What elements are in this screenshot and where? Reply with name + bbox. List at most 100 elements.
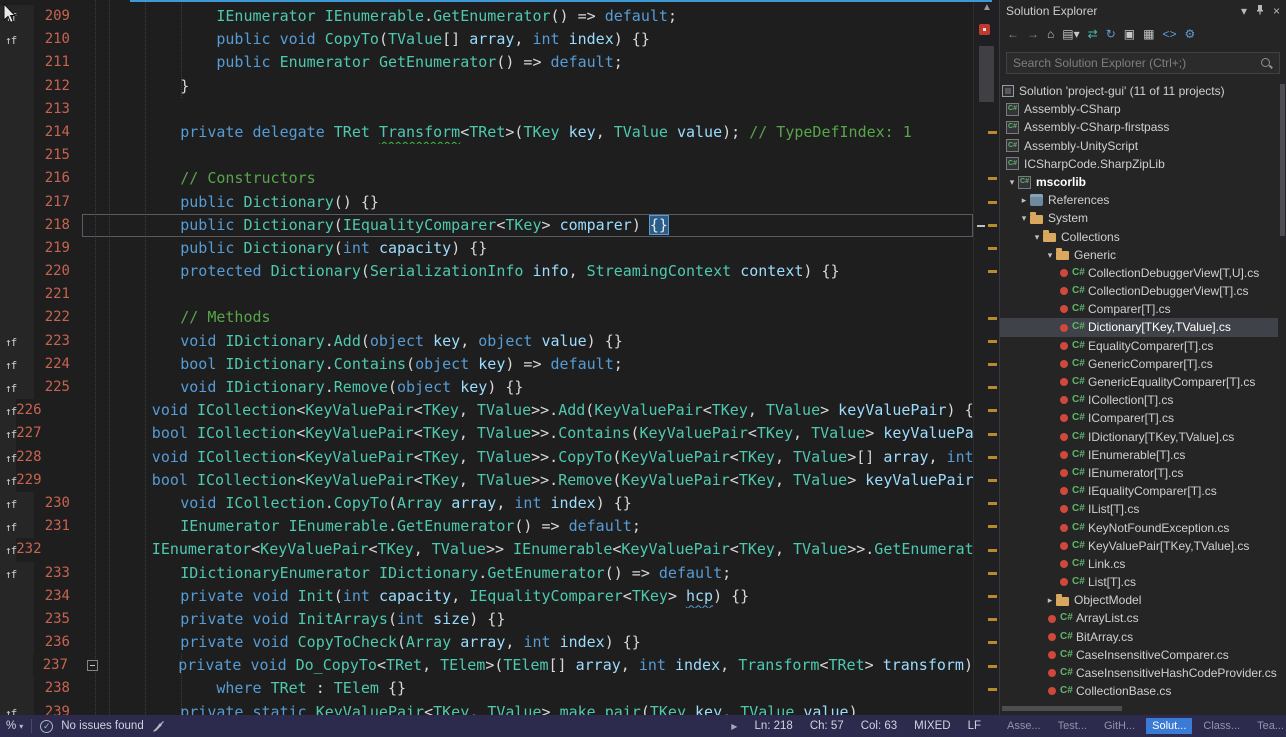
code-line[interactable]: 238 where TRet : TElem {}: [0, 677, 973, 700]
implements-glyph-icon[interactable]: ↑f: [5, 428, 16, 441]
implements-glyph-icon[interactable]: ↑f: [5, 521, 16, 534]
tree-item[interactable]: C#IEnumerable[T].cs: [1000, 446, 1278, 464]
implements-glyph-icon[interactable]: ↑f: [5, 34, 16, 47]
code-line[interactable]: ↑f239 private static KeyValuePair<TKey, …: [0, 701, 973, 715]
code-editor[interactable]: ↑f209 IEnumerator IEnumerable.GetEnumera…: [0, 0, 973, 715]
char-indicator[interactable]: Ch: 57: [810, 720, 844, 732]
tree-item[interactable]: C#BitArray.cs: [1000, 628, 1278, 646]
implements-glyph-icon[interactable]: ↑f: [5, 336, 16, 349]
status-detail-arrow-icon[interactable]: ▶: [731, 722, 737, 731]
implements-glyph-icon[interactable]: ↑f: [5, 452, 16, 465]
collapse-arrow-icon[interactable]: ▾: [1044, 246, 1056, 264]
tree-item[interactable]: C#ArrayList.cs: [1000, 609, 1278, 627]
tree-item[interactable]: C#Link.cs: [1000, 555, 1278, 573]
tree-item[interactable]: C#Comparer[T].cs: [1000, 300, 1278, 318]
collapse-arrow-icon[interactable]: ▾: [1031, 228, 1043, 246]
search-icon[interactable]: [1260, 57, 1273, 70]
tree-item[interactable]: C#CollectionBase.cs: [1000, 682, 1278, 700]
tool-window-tab[interactable]: Test...: [1052, 718, 1093, 734]
tree-item[interactable]: C#List[T].cs: [1000, 573, 1278, 591]
tree-item[interactable]: C#IEnumerator[T].cs: [1000, 464, 1278, 482]
implements-glyph-icon[interactable]: ↑f: [5, 498, 16, 511]
code-line[interactable]: 219 public Dictionary(int capacity) {}: [0, 237, 973, 260]
code-line[interactable]: ↑f225 void IDictionary.Remove(object key…: [0, 376, 973, 399]
implements-glyph-icon[interactable]: ↑f: [5, 475, 16, 488]
tree-item[interactable]: C#KeyValuePair[TKey,TValue].cs: [1000, 537, 1278, 555]
tool-window-tab[interactable]: Tea...: [1251, 718, 1286, 734]
editor-scrollbar[interactable]: ▲: [973, 0, 999, 715]
code-line[interactable]: ↑f232 IEnumerator<KeyValuePair<TKey, TVa…: [0, 538, 973, 561]
code-line[interactable]: ↑f231 IEnumerator IEnumerable.GetEnumera…: [0, 515, 973, 538]
scrollbar-thumb[interactable]: [979, 46, 994, 102]
code-line[interactable]: 216 // Constructors: [0, 167, 973, 190]
tree-item[interactable]: C#ICollection[T].cs: [1000, 391, 1278, 409]
tree-item[interactable]: C#GenericEqualityComparer[T].cs: [1000, 373, 1278, 391]
code-line[interactable]: 222 // Methods: [0, 306, 973, 329]
code-line[interactable]: 237 private void Do_CopyTo<TRet, TElem>(…: [0, 654, 973, 677]
tree-item[interactable]: ▾C#mscorlib: [1000, 173, 1278, 191]
tool-window-tab[interactable]: GitH...: [1098, 718, 1141, 734]
issues-status[interactable]: No issues found: [61, 720, 143, 732]
search-input[interactable]: Search Solution Explorer (Ctrl+;): [1006, 52, 1280, 74]
implements-glyph-icon[interactable]: ↑f: [5, 707, 16, 715]
settings-icon[interactable]: ⚙: [1184, 27, 1195, 41]
tree-item[interactable]: C#Assembly-UnityScript: [1000, 137, 1278, 155]
tree-item[interactable]: C#IDictionary[TKey,TValue].cs: [1000, 428, 1278, 446]
tool-window-tab[interactable]: Solut...: [1146, 718, 1192, 734]
tool-window-tab[interactable]: Class...: [1197, 718, 1246, 734]
tree-item[interactable]: ▸ObjectModel: [1000, 591, 1278, 609]
home-icon[interactable]: ⌂: [1047, 27, 1054, 41]
tree-item[interactable]: C#CollectionDebuggerView[T].cs: [1000, 282, 1278, 300]
tree-horizontal-scrollbar[interactable]: [1002, 706, 1122, 711]
code-line[interactable]: 215: [0, 144, 973, 167]
show-all-files-icon[interactable]: ▦: [1143, 27, 1154, 41]
tree-item[interactable]: C#IEqualityComparer[T].cs: [1000, 482, 1278, 500]
code-line[interactable]: 213: [0, 98, 973, 121]
tree-item[interactable]: ▾System: [1000, 209, 1278, 227]
scroll-up-icon[interactable]: ▲: [974, 2, 1000, 13]
code-line[interactable]: ↑f223 void IDictionary.Add(object key, o…: [0, 330, 973, 353]
tree-item[interactable]: ▸References: [1000, 191, 1278, 209]
scope-dropdown-icon[interactable]: ▤▾: [1062, 27, 1079, 41]
back-icon[interactable]: ←: [1007, 27, 1019, 41]
error-indicator-icon[interactable]: [979, 24, 990, 35]
code-line[interactable]: 220 protected Dictionary(SerializationIn…: [0, 260, 973, 283]
code-line[interactable]: 218 public Dictionary(IEqualityComparer<…: [0, 214, 973, 237]
expand-arrow-icon[interactable]: ▸: [1018, 191, 1030, 209]
implements-glyph-icon[interactable]: ↑f: [5, 405, 16, 418]
panel-title-bar[interactable]: Solution Explorer ▾ ×: [1000, 0, 1286, 21]
code-line[interactable]: 236 private void CopyToCheck(Array array…: [0, 631, 973, 654]
implements-glyph-icon[interactable]: ↑f: [5, 382, 16, 395]
line-endings-indicator[interactable]: MIXED: [914, 720, 950, 732]
window-menu-icon[interactable]: ▾: [1241, 4, 1247, 18]
tree-item[interactable]: C#GenericComparer[T].cs: [1000, 355, 1278, 373]
fold-collapse-icon[interactable]: [87, 660, 98, 671]
tree-item[interactable]: C#IList[T].cs: [1000, 500, 1278, 518]
code-line[interactable]: 217 public Dictionary() {}: [0, 191, 973, 214]
tool-window-tab[interactable]: Asse...: [1001, 718, 1047, 734]
sync-with-active-document-icon[interactable]: ⇄: [1088, 27, 1098, 41]
code-line[interactable]: ↑f228 void ICollection<KeyValuePair<TKey…: [0, 446, 973, 469]
implements-glyph-icon[interactable]: ↑f: [5, 359, 16, 372]
encoding-indicator[interactable]: LF: [968, 720, 981, 732]
code-line[interactable]: ↑f227 bool ICollection<KeyValuePair<TKey…: [0, 422, 973, 445]
code-line[interactable]: ↑f224 bool IDictionary.Contains(object k…: [0, 353, 973, 376]
code-line[interactable]: 221: [0, 283, 973, 306]
document-health-icon[interactable]: ✓: [40, 720, 53, 733]
tree-item[interactable]: C#KeyNotFoundException.cs: [1000, 519, 1278, 537]
refresh-icon[interactable]: ↻: [1106, 27, 1116, 41]
code-line[interactable]: 234 private void Init(int capacity, IEqu…: [0, 585, 973, 608]
collapse-all-icon[interactable]: ▣: [1124, 27, 1135, 41]
column-indicator[interactable]: Col: 63: [861, 720, 897, 732]
collapse-arrow-icon[interactable]: ▾: [1018, 209, 1030, 227]
expand-arrow-icon[interactable]: ▸: [1044, 591, 1056, 609]
code-line[interactable]: 211 public Enumerator GetEnumerator() =>…: [0, 51, 973, 74]
line-indicator[interactable]: Ln: 218: [754, 720, 792, 732]
tree-item[interactable]: C#CollectionDebuggerView[T,U].cs: [1000, 264, 1278, 282]
tree-item[interactable]: C#CaseInsensitiveComparer.cs: [1000, 646, 1278, 664]
code-line[interactable]: ↑f226 void ICollection<KeyValuePair<TKey…: [0, 399, 973, 422]
tree-vertical-scrollbar[interactable]: [1280, 84, 1285, 236]
code-line[interactable]: 212 }: [0, 75, 973, 98]
tree-item[interactable]: ▾Generic: [1000, 246, 1278, 264]
close-icon[interactable]: ×: [1273, 4, 1280, 18]
